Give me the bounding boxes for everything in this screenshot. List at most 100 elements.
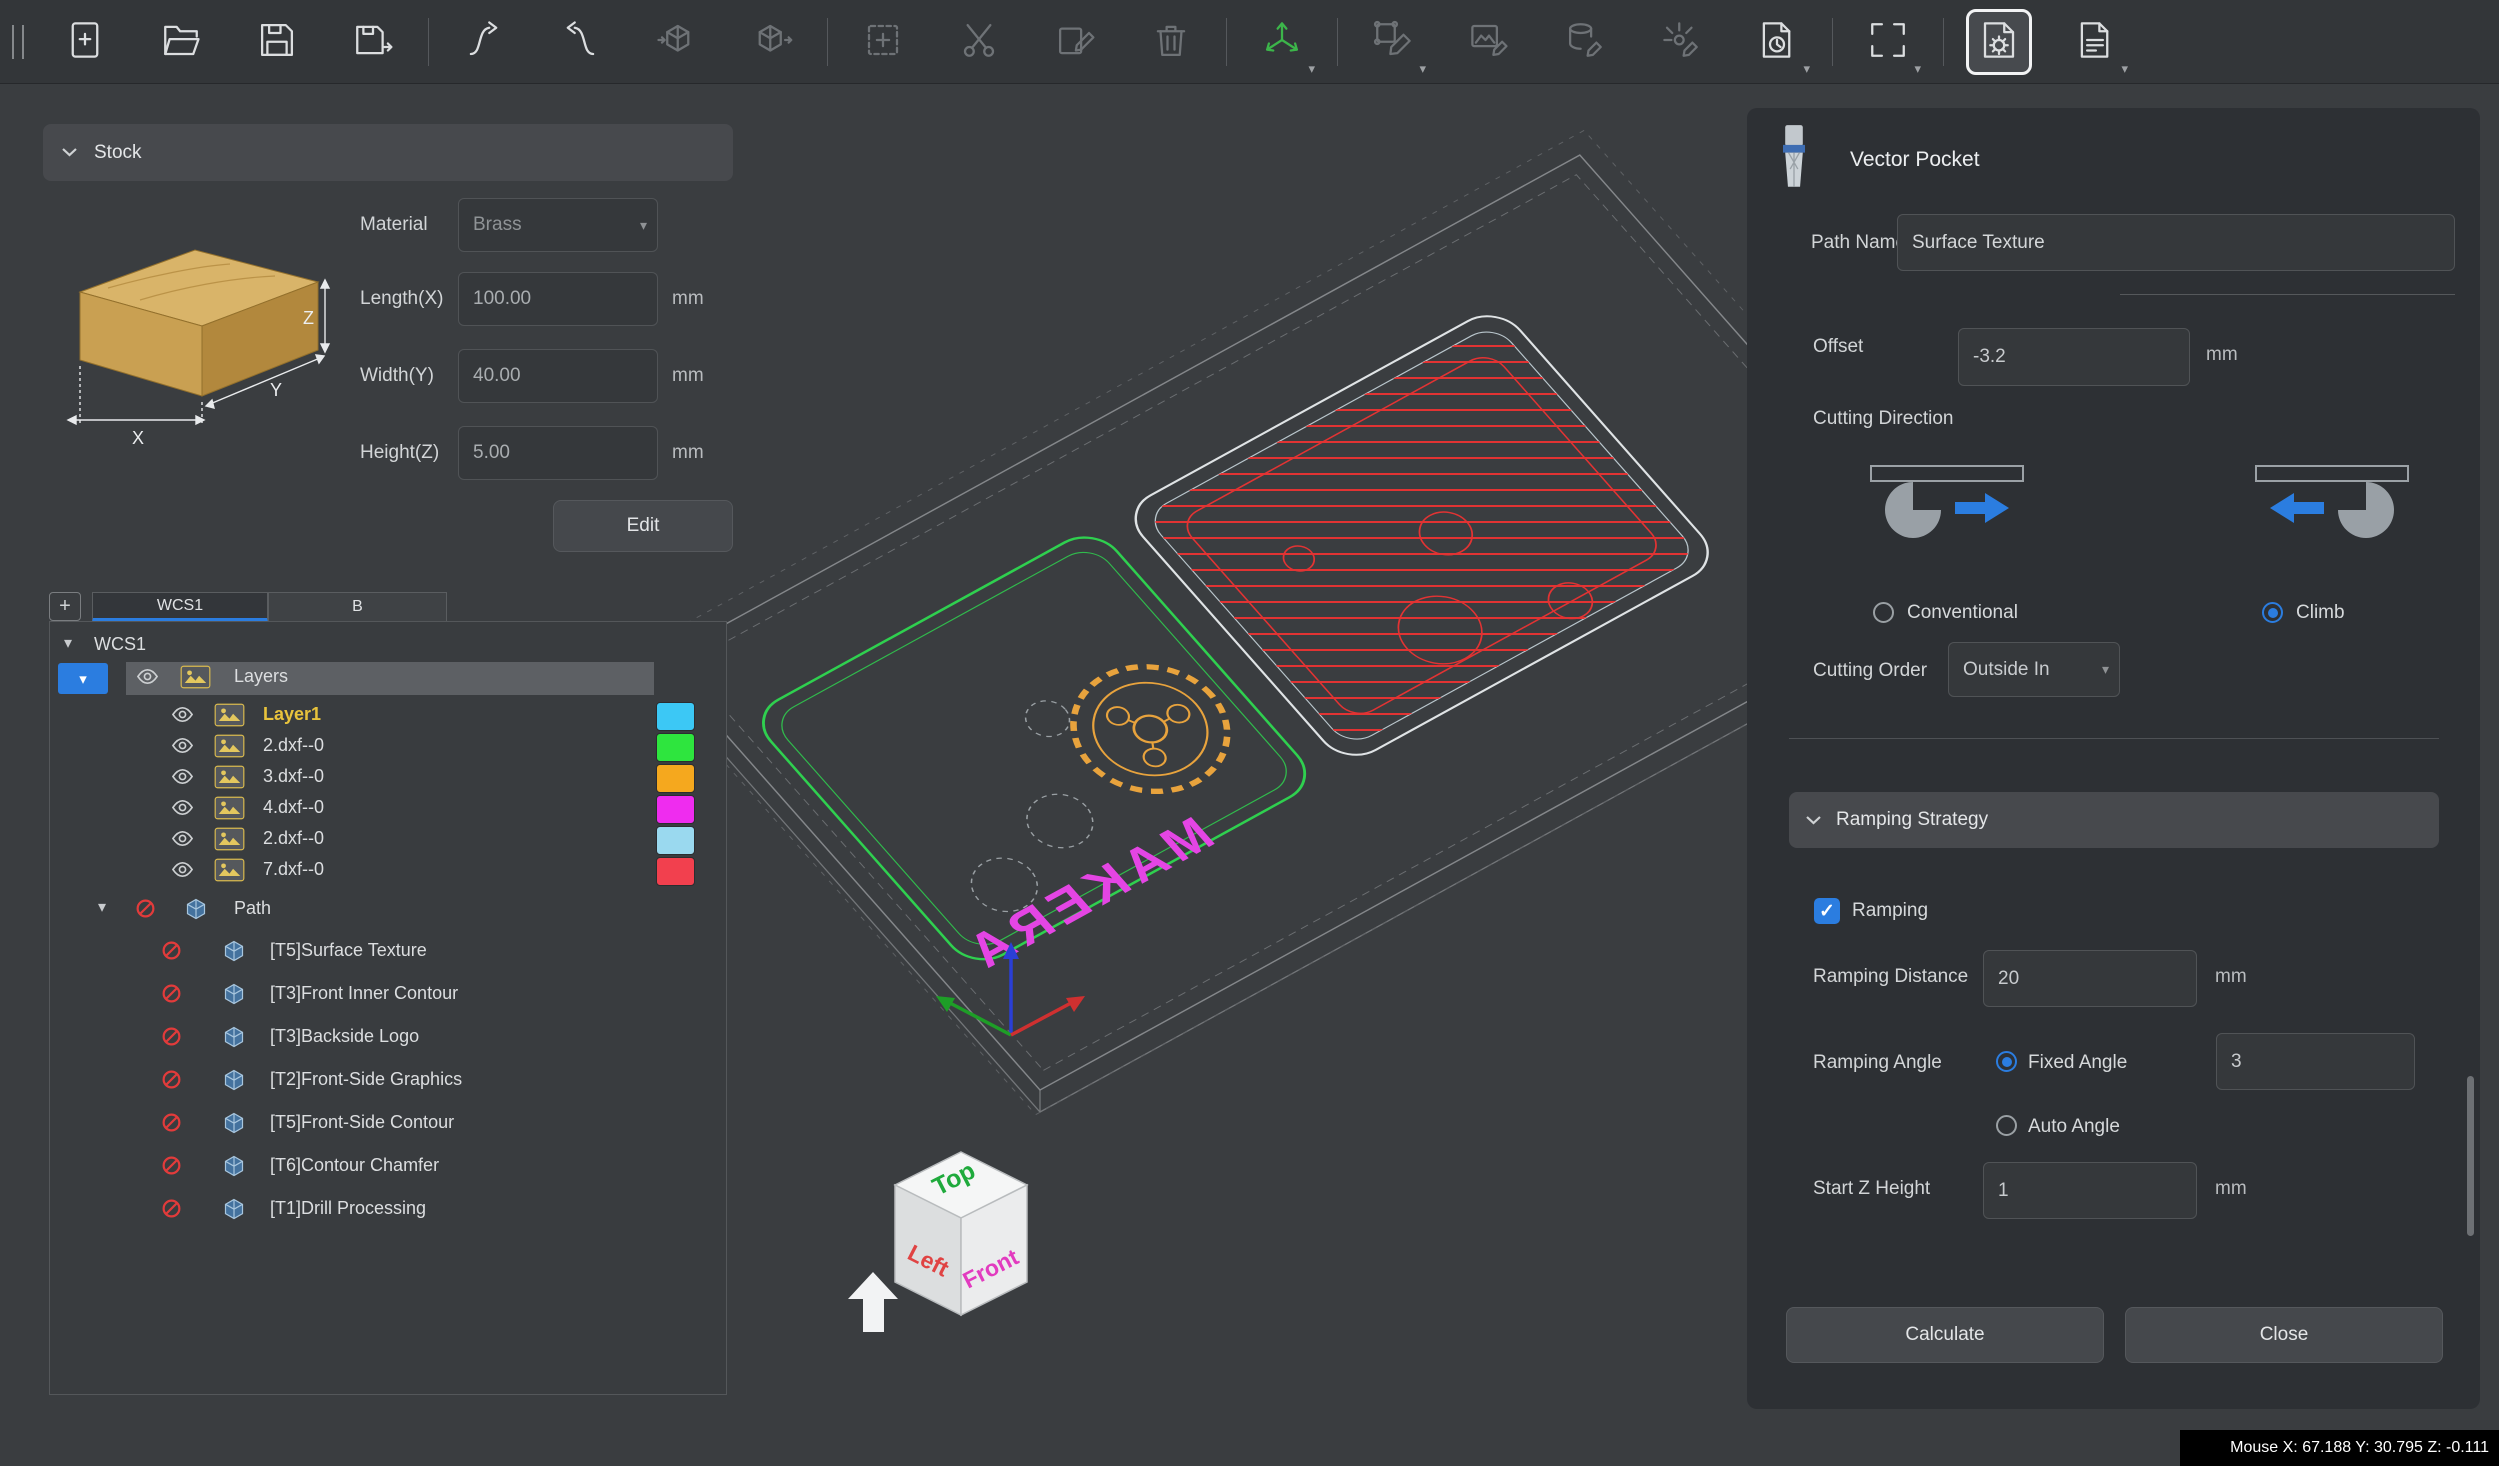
toolpath-row[interactable]: [T6]Contour Chamfer [50,1151,726,1183]
caret-down-icon[interactable]: ▾ [98,897,106,917]
visibility-eye-icon[interactable] [136,665,159,693]
visibility-eye-icon[interactable] [171,703,194,731]
path-disabled-icon[interactable] [160,1025,183,1053]
fixed-angle-radio[interactable] [1996,1051,2017,1072]
length-input[interactable]: 100.00 [458,272,658,326]
toolpath-row[interactable]: [T3]Backside Logo [50,1022,726,1054]
ramping-distance-input[interactable]: 20 [1983,950,2197,1007]
layer-name[interactable]: 2.dxf--0 [263,735,324,756]
edit-stock-button[interactable]: Edit [553,500,733,552]
path-name-input[interactable]: Surface Texture [1897,214,2455,271]
auto-angle-radio[interactable] [1996,1115,2017,1136]
machine-settings-button[interactable] [1966,9,2032,75]
path-disabled-icon[interactable] [160,1154,183,1182]
toolpath-name[interactable]: [T2]Front-Side Graphics [270,1069,462,1090]
climb-radio-label[interactable]: Climb [2296,602,2345,624]
toolpath-row[interactable]: [T3]Front Inner Contour [50,979,726,1011]
visibility-eye-icon[interactable] [171,796,194,824]
close-button[interactable]: Close [2125,1307,2443,1363]
layer-color-swatch[interactable] [656,702,695,731]
conventional-radio-label[interactable]: Conventional [1907,602,2018,624]
layer-color-swatch[interactable] [656,764,695,793]
new-project-button[interactable] [52,9,118,75]
toolpath-name[interactable]: [T3]Backside Logo [270,1026,419,1047]
toolpath-name[interactable]: [T1]Drill Processing [270,1198,426,1219]
material-select[interactable]: Brass ▾ [458,198,658,252]
fixed-angle-input[interactable]: 3 [2216,1033,2415,1090]
width-input[interactable]: 40.00 [458,349,658,403]
stock-y-axis-label: Y [270,380,282,400]
save-project-button[interactable] [244,9,310,75]
layers-group-row[interactable]: ▾ Layers [50,662,726,694]
toolpath-row[interactable]: [T1]Drill Processing [50,1194,726,1226]
toolpath-name[interactable]: [T6]Contour Chamfer [270,1155,439,1176]
view-cube[interactable]: Top Left Front [895,1152,1027,1315]
visibility-eye-icon[interactable] [171,827,194,855]
layer-name[interactable]: 4.dxf--0 [263,797,324,818]
gcode-preview-button[interactable]: ▾ [1744,9,1810,75]
post-settings-button[interactable]: ▾ [2062,9,2128,75]
fixed-angle-radio-label[interactable]: Fixed Angle [2028,1052,2127,1074]
export-vector-button[interactable] [547,9,613,75]
dialog-scrollbar[interactable] [2467,1076,2474,1236]
toolbar-group [850,9,1204,75]
layer-name[interactable]: 3.dxf--0 [263,766,324,787]
ramping-checkbox[interactable] [1814,898,1840,924]
layer-row[interactable]: 3.dxf--0 [50,762,726,794]
layer-name[interactable]: 7.dxf--0 [263,859,324,880]
layer-row[interactable]: 4.dxf--0 [50,793,726,825]
path-group-row[interactable]: ▾ Path [50,894,726,926]
stock-section-header[interactable]: Stock [43,124,733,181]
start-z-height-input[interactable]: 1 [1983,1162,2197,1219]
toolpath-name[interactable]: [T3]Front Inner Contour [270,983,458,1004]
layer-name[interactable]: Layer1 [263,704,321,725]
layer-color-swatch[interactable] [656,857,695,886]
layer-color-swatch[interactable] [656,733,695,762]
layers-selection-caret[interactable]: ▾ [58,663,108,694]
fullscreen-button[interactable]: ▾ [1855,9,1921,75]
tree-root-label: WCS1 [94,634,146,655]
visibility-eye-icon[interactable] [171,858,194,886]
layer-color-swatch[interactable] [656,826,695,855]
ramping-strategy-header[interactable]: Ramping Strategy [1789,792,2439,848]
import-vector-button[interactable] [451,9,517,75]
caret-down-icon[interactable]: ▾ [64,633,72,653]
path-disabled-icon[interactable] [160,1068,183,1096]
transform-3d-button[interactable]: ▾ [1249,9,1315,75]
tree-root-row[interactable]: ▾ WCS1 [50,630,726,662]
tab-b[interactable]: B [268,592,447,622]
home-arrow-icon[interactable] [848,1272,898,1332]
visibility-eye-icon[interactable] [171,765,194,793]
offset-input[interactable]: -3.2 [1958,328,2190,386]
layer-row[interactable]: 2.dxf--0 [50,731,726,763]
add-wcs-button[interactable]: + [49,592,81,621]
path-disabled-icon[interactable] [160,1197,183,1225]
toolpath-name[interactable]: [T5]Surface Texture [270,940,427,961]
ramping-checkbox-label[interactable]: Ramping [1852,900,1928,922]
layer-row[interactable]: 7.dxf--0 [50,855,726,887]
new-project-icon [64,19,106,64]
path-disabled-icon[interactable] [160,982,183,1010]
transform-3d-icon [1261,19,1303,64]
visibility-eye-icon[interactable] [171,734,194,762]
toolpath-row[interactable]: [T5]Front-Side Contour [50,1108,726,1140]
climb-radio[interactable] [2262,602,2283,623]
layer-row[interactable]: Layer1 [50,700,726,732]
cutting-order-select[interactable]: Outside In ▾ [1948,642,2120,697]
save-as-project-button[interactable] [340,9,406,75]
open-project-button[interactable] [148,9,214,75]
layer-row[interactable]: 2.dxf--0 [50,824,726,856]
toolpath-row[interactable]: [T5]Surface Texture [50,936,726,968]
toolpath-row[interactable]: [T2]Front-Side Graphics [50,1065,726,1097]
toolpath-name[interactable]: [T5]Front-Side Contour [270,1112,454,1133]
path-disabled-icon[interactable] [160,939,183,967]
tab-wcs1[interactable]: WCS1 [92,592,268,622]
auto-angle-radio-label[interactable]: Auto Angle [2028,1116,2120,1138]
layer-name[interactable]: 2.dxf--0 [263,828,324,849]
stock-section-title: Stock [94,142,142,164]
calculate-button[interactable]: Calculate [1786,1307,2104,1363]
conventional-radio[interactable] [1873,602,1894,623]
path-disabled-icon[interactable] [160,1111,183,1139]
layer-color-swatch[interactable] [656,795,695,824]
height-input[interactable]: 5.00 [458,426,658,480]
